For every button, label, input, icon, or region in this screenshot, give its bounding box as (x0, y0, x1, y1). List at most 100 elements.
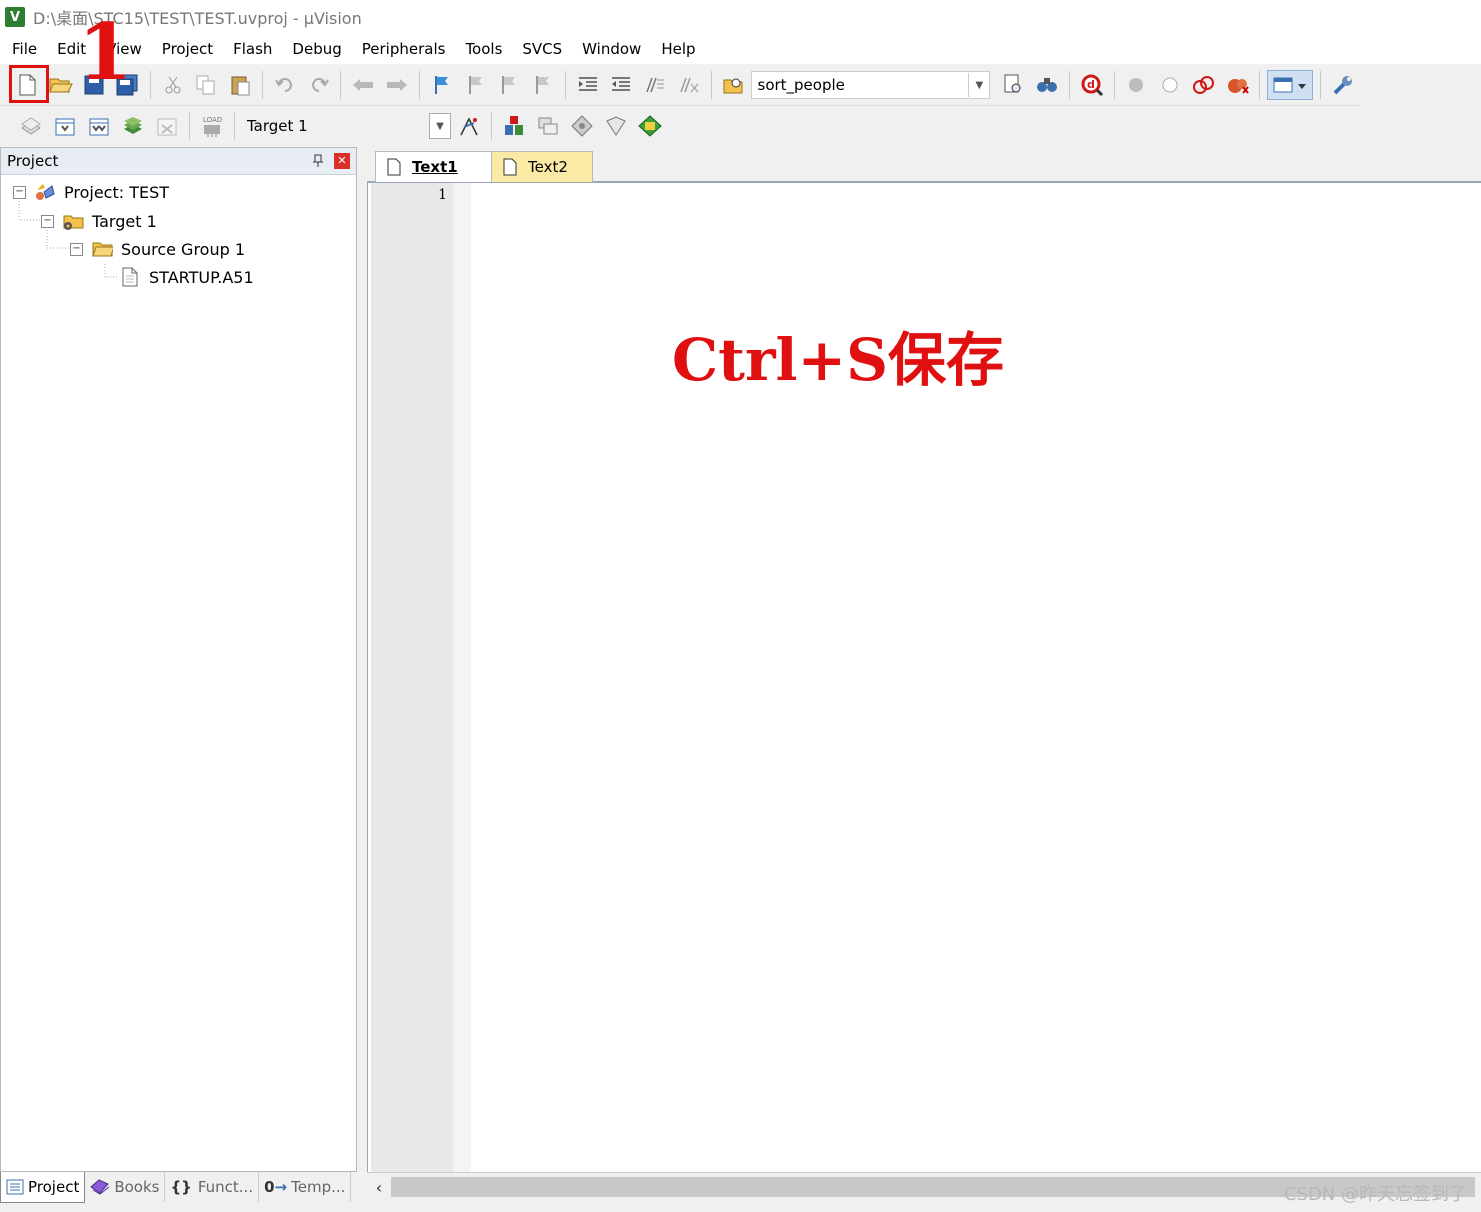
debug-magnifier-icon: d (1081, 74, 1103, 96)
toolbar-separator (262, 71, 264, 99)
indent-button[interactable] (573, 70, 603, 100)
start-debug-button[interactable]: d (1077, 70, 1107, 100)
toolbar-separator (1320, 71, 1322, 99)
open-folder-icon (48, 78, 73, 93)
tab-text2[interactable]: Text2 (491, 151, 593, 182)
stop-build-button[interactable] (152, 111, 182, 141)
insert-bookmark-button[interactable] (427, 70, 457, 100)
binoculars-icon (1036, 78, 1057, 92)
chevron-down-icon[interactable]: ▼ (968, 73, 989, 97)
target-options-icon (460, 117, 478, 136)
close-icon[interactable]: ✕ (334, 153, 350, 169)
wrench-icon (1333, 76, 1352, 95)
redo-button[interactable] (304, 70, 334, 100)
svg-text:LOAD: LOAD (203, 116, 222, 124)
build-icon (55, 118, 75, 136)
find-combo[interactable]: sort_people ▼ (750, 71, 991, 99)
tab-functions[interactable]: {} Funct... (165, 1172, 260, 1202)
build-button[interactable] (50, 111, 80, 141)
run-time-environment-button[interactable] (635, 111, 665, 141)
pin-icon[interactable] (312, 154, 324, 168)
paste-button[interactable] (225, 70, 255, 100)
menu-tools[interactable]: Tools (455, 34, 512, 64)
navigate-forward-button[interactable] (382, 70, 412, 100)
unindent-button[interactable] (607, 70, 637, 100)
uncomment-icon (680, 77, 699, 93)
fold-margin (453, 183, 471, 1172)
tab-text2-label: Text2 (528, 158, 568, 176)
target-combo-value: Target 1 (247, 117, 308, 135)
breakpoint-icon (1129, 78, 1144, 92)
comment-button[interactable] (640, 70, 670, 100)
menu-peripherals[interactable]: Peripherals (352, 34, 456, 64)
tab-label: Project (28, 1178, 80, 1196)
chevron-down-icon[interactable]: ▼ (429, 113, 451, 139)
breakpoint-disabled-icon (1162, 77, 1178, 93)
prev-bookmark-button[interactable] (461, 70, 491, 100)
find-in-files-button[interactable] (719, 70, 749, 100)
disable-all-breakpoints-button[interactable] (1189, 70, 1219, 100)
folder-search-icon (723, 78, 743, 94)
clear-bookmarks-button[interactable] (528, 70, 558, 100)
configure-button[interactable] (1328, 70, 1358, 100)
toolbar-separator (564, 71, 566, 99)
undo-icon (275, 78, 292, 92)
copy-button[interactable] (192, 70, 222, 100)
unindent-icon (612, 77, 631, 91)
menu-window[interactable]: Window (572, 34, 651, 64)
tab-label: Books (114, 1178, 160, 1196)
paste-icon (231, 76, 250, 96)
menu-project[interactable]: Project (152, 34, 223, 64)
indent-icon (578, 77, 597, 91)
download-button[interactable]: LOAD (197, 111, 227, 141)
find-button[interactable] (998, 70, 1028, 100)
find-combo-value: sort_people (757, 76, 845, 94)
insert-breakpoint-button[interactable] (1122, 70, 1152, 100)
cut-button[interactable] (158, 70, 188, 100)
menu-file[interactable]: File (0, 34, 47, 64)
rebuild-button[interactable] (84, 111, 114, 141)
translate-icon (21, 117, 41, 135)
window-config-dropdown[interactable] (1267, 70, 1314, 100)
menu-help[interactable]: Help (651, 34, 705, 64)
undo-button[interactable] (270, 70, 300, 100)
menu-flash[interactable]: Flash (223, 34, 282, 64)
incremental-find-button[interactable] (1032, 70, 1062, 100)
open-file-button[interactable] (46, 70, 76, 100)
next-bookmark-button[interactable] (494, 70, 524, 100)
svg-text:d: d (1087, 78, 1095, 91)
tab-text1[interactable]: Text1 (375, 151, 497, 182)
batch-build-button[interactable] (118, 111, 148, 141)
stop-build-icon (157, 118, 177, 136)
pack-installer-button[interactable] (601, 111, 631, 141)
uvision-app-icon: V (5, 7, 25, 27)
manage-project-items-button[interactable] (499, 111, 529, 141)
menu-svcs[interactable]: SVCS (512, 34, 572, 64)
tab-project[interactable]: Project (0, 1172, 86, 1203)
kill-all-breakpoints-button[interactable] (1223, 70, 1253, 100)
manage-rte-button[interactable] (567, 111, 597, 141)
navigate-back-button[interactable] (348, 70, 378, 100)
select-packs-button[interactable] (533, 111, 563, 141)
ctrl-s-save-annotation: Ctrl+S保存 (672, 326, 1005, 394)
editor-tab-bar: Text1 Text2 (367, 147, 1481, 183)
target-options-button[interactable] (454, 111, 484, 141)
rebuild-icon (89, 118, 109, 136)
line-number: 1 (438, 187, 447, 203)
tab-label: Temp... (291, 1178, 346, 1196)
tab-templates[interactable]: 0→ Temp... (259, 1172, 352, 1202)
scroll-left-icon[interactable]: ‹ (367, 1178, 391, 1197)
uncomment-button[interactable] (674, 70, 704, 100)
translate-button[interactable] (16, 111, 46, 141)
toolbar-separator (1113, 71, 1115, 99)
target-combo[interactable]: Target 1 ▼ (240, 112, 452, 140)
enable-breakpoint-button[interactable] (1155, 70, 1185, 100)
tab-books[interactable]: Books (85, 1172, 166, 1202)
bookmark-next-icon (502, 76, 516, 94)
toolbar-separator (710, 71, 712, 99)
menu-debug[interactable]: Debug (282, 34, 351, 64)
project-items-icon (505, 116, 523, 135)
arrow-right-icon (387, 79, 408, 91)
toolbar-separator (149, 71, 151, 99)
breakpoints-kill-icon (1227, 79, 1249, 94)
